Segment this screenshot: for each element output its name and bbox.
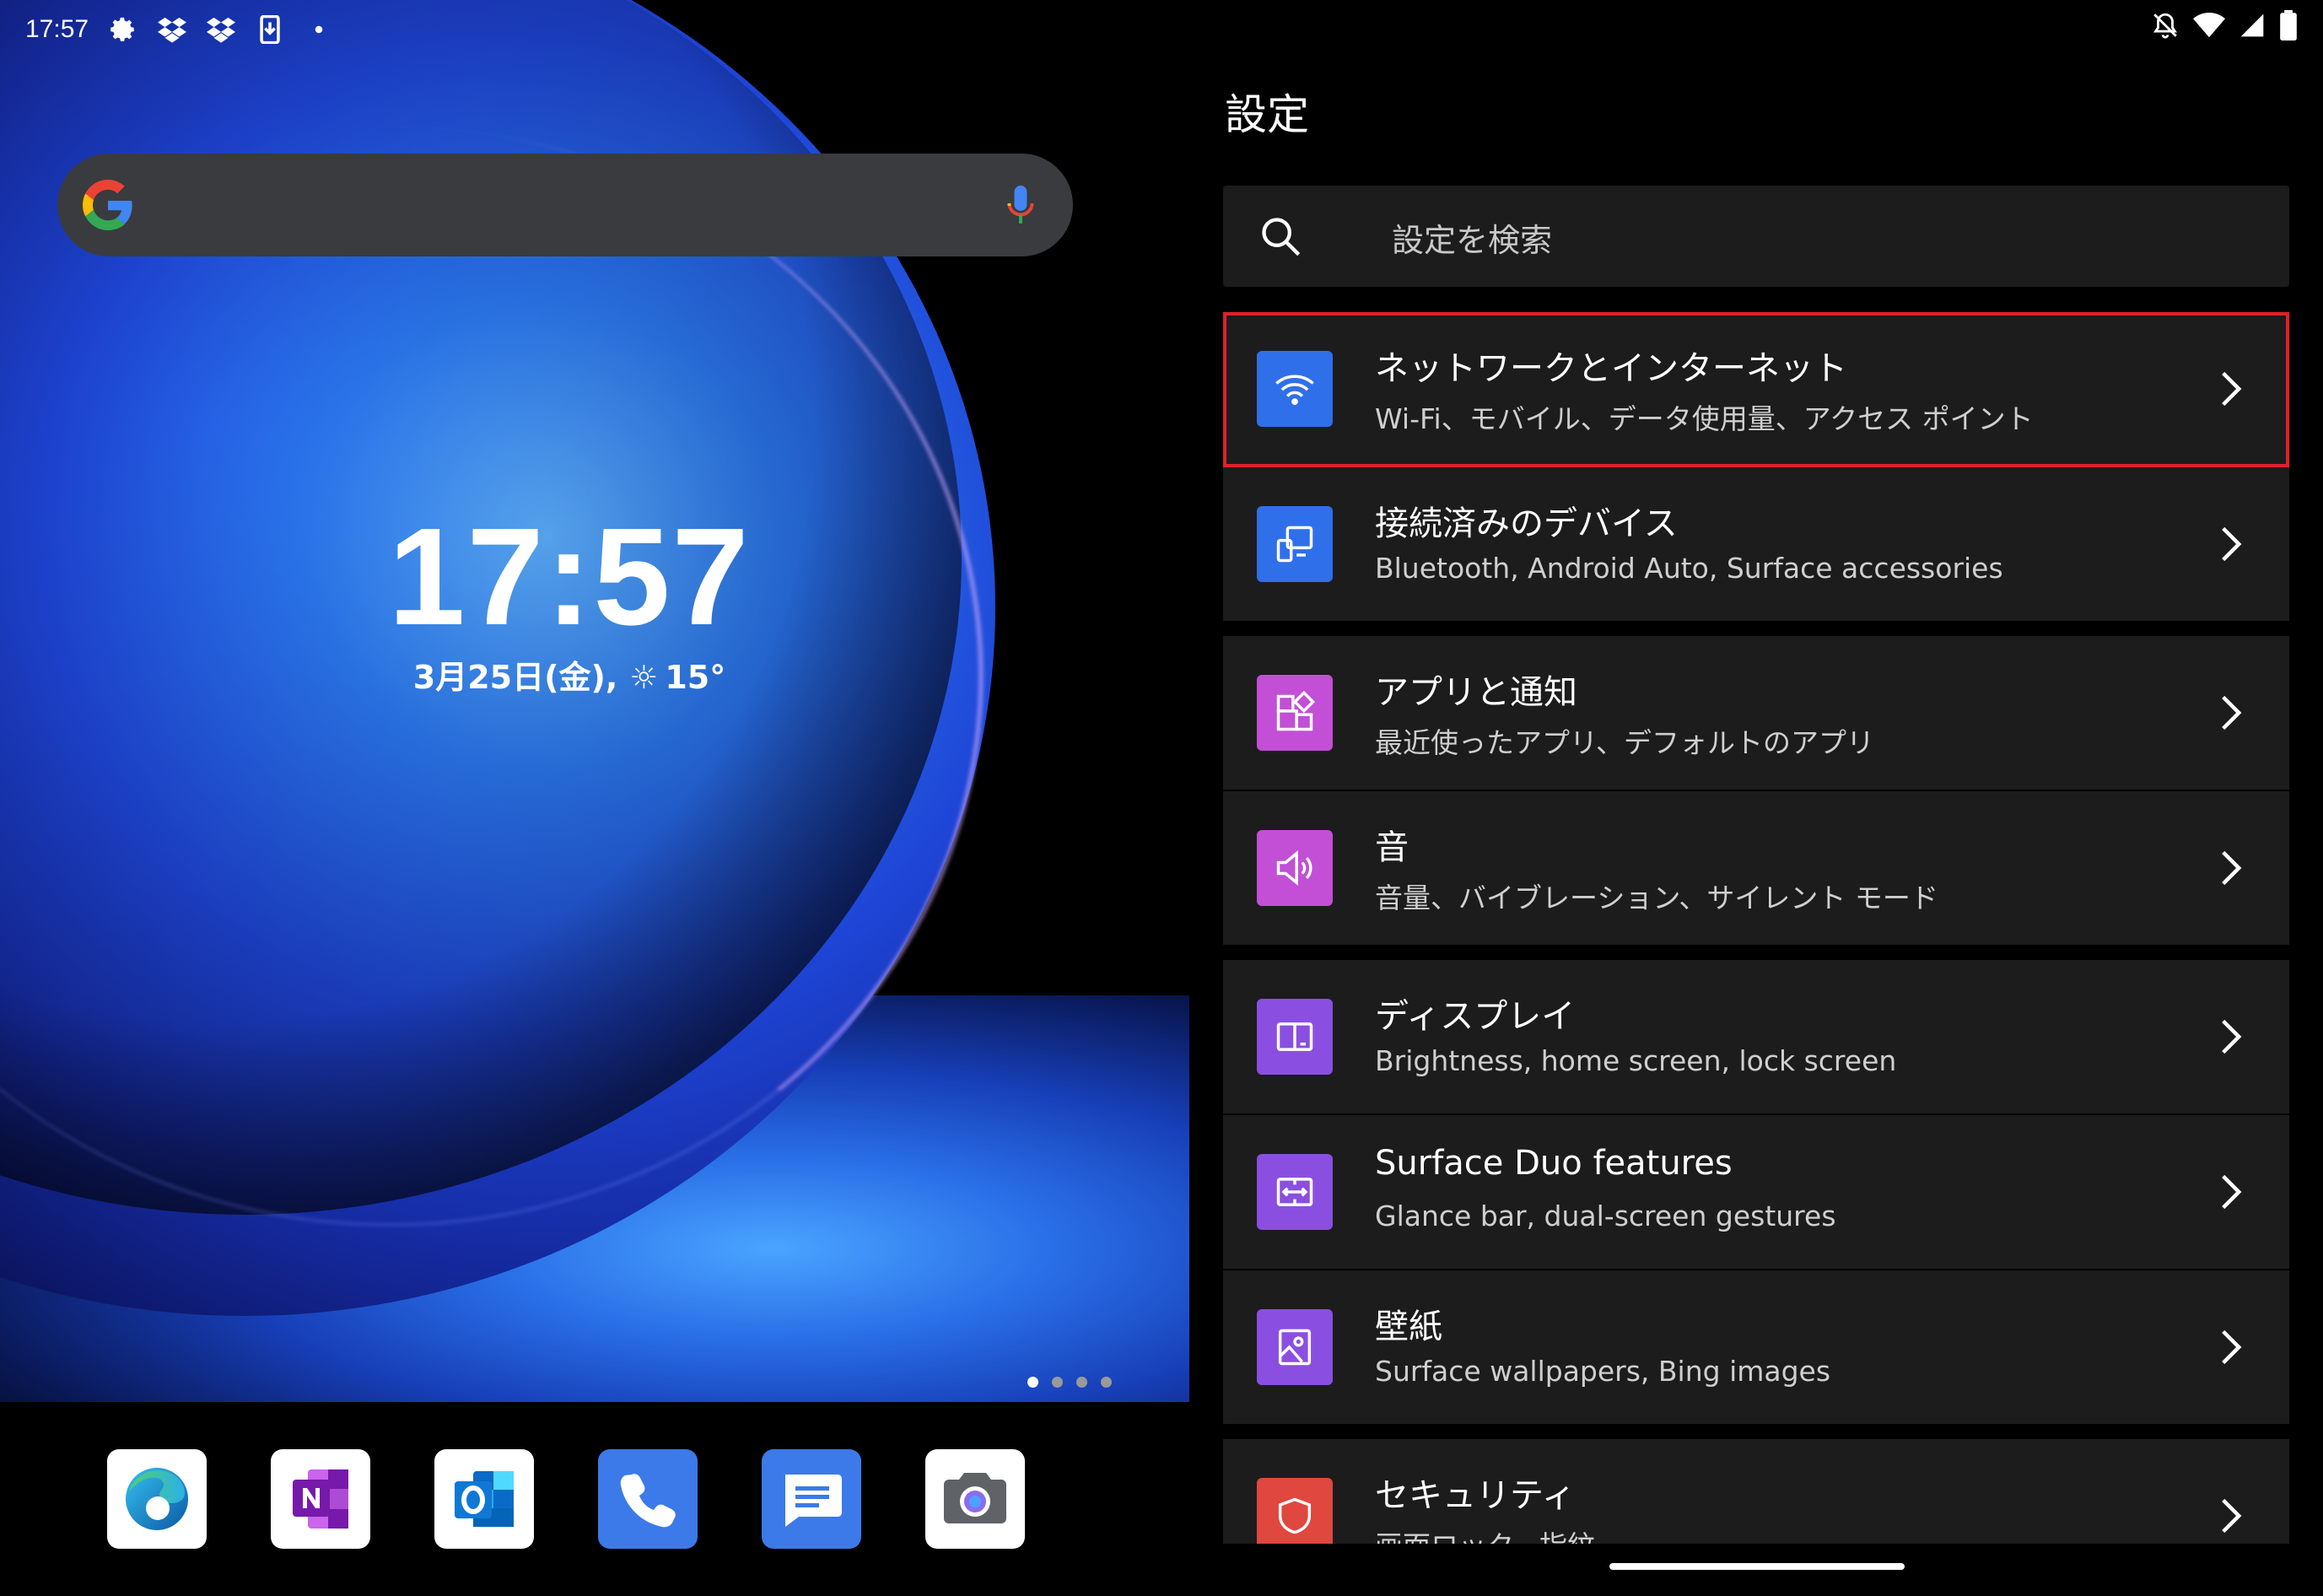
app-dock [107,1449,1025,1549]
temperature-text: 15° [665,659,726,696]
dot-icon [305,15,333,44]
settings-item-title: ネットワークとインターネット [1375,349,1847,388]
speaker-icon [1257,830,1333,906]
settings-group: ネットワークとインターネット Wi-Fi、モバイル、データ使用量、アクセス ポイ… [1223,312,2289,621]
chevron-right-icon [2222,526,2242,562]
chevron-right-icon [2222,1329,2242,1365]
settings-item-connected-devices[interactable]: 接続済みのデバイス Bluetooth, Android Auto, Surfa… [1223,467,2289,621]
settings-item-display[interactable]: ディスプレイ Brightness, home screen, lock scr… [1223,960,2289,1115]
settings-item-subtitle: Bluetooth, Android Auto, Surface accesso… [1375,552,2003,585]
gesture-nav-handle[interactable] [1609,1563,1905,1570]
settings-item-wallpaper[interactable]: 壁紙 Surface wallpapers, Bing images [1223,1270,2289,1424]
settings-item-subtitle: Brightness, home screen, lock screen [1375,1044,1897,1077]
google-search-bar[interactable] [57,154,1073,256]
bottom-nav-area [1189,1544,2323,1596]
chevron-right-icon [2222,371,2242,407]
dropbox-icon [158,15,187,44]
messages-icon[interactable] [762,1449,861,1549]
mic-icon[interactable] [1005,183,1036,229]
settings-item-subtitle: Glance bar, dual-screen gestures [1375,1200,1836,1232]
display-icon [1257,999,1333,1075]
apps-icon [1257,675,1333,751]
status-time: 17:57 [25,15,89,43]
page-title: 設定 [1225,90,1309,139]
chevron-right-icon [2222,1019,2242,1054]
edge-icon[interactable] [107,1449,207,1549]
settings-item-title: ディスプレイ [1375,997,1576,1036]
settings-item-title: 音 [1375,828,1409,867]
google-g-icon [83,180,133,230]
search-icon [1259,214,1302,258]
page-indicator [1027,1377,1112,1388]
settings-item-apps[interactable]: アプリと通知 最近使ったアプリ、デフォルトのアプリ [1223,636,2289,791]
download-icon [256,15,284,44]
wifi-icon [2193,11,2225,43]
shield-icon [1257,1478,1333,1554]
weather-sun-icon: ☼ [629,659,659,696]
wifi-icon [1257,351,1333,427]
chevron-right-icon [2222,850,2242,886]
clock-widget-date[interactable]: 3月25日(金), ☼ 15° [0,651,1139,698]
page-dot [1101,1377,1112,1388]
settings-group: ディスプレイ Brightness, home screen, lock scr… [1223,960,2289,1424]
page-dot [1076,1377,1087,1388]
settings-item-subtitle: 音量、バイブレーション、サイレント モード [1375,882,1938,914]
devices-icon [1257,506,1333,582]
search-placeholder: 設定を検索 [1392,222,1553,259]
page-dot [1052,1377,1063,1388]
settings-item-title: セキュリティ [1375,1476,1576,1515]
settings-item-subtitle: Surface wallpapers, Bing images [1375,1355,1831,1388]
status-bar-right [2151,10,2298,44]
outlook-icon[interactable] [434,1449,534,1549]
wallpaper-icon [1257,1309,1333,1385]
chevron-right-icon [2222,1498,2242,1534]
phone-icon[interactable] [598,1449,698,1549]
settings-group: アプリと通知 最近使ったアプリ、デフォルトのアプリ 音 音量、バイブレーション、… [1223,636,2289,945]
settings-item-title: アプリと通知 [1375,673,1577,712]
bell-off-icon [2151,11,2180,43]
settings-item-sound[interactable]: 音 音量、バイブレーション、サイレント モード [1223,791,2289,945]
settings-item-surface-duo-features[interactable]: Surface Duo features Glance bar, dual-sc… [1223,1115,2289,1270]
camera-icon[interactable] [925,1449,1025,1549]
settings-item-subtitle: 最近使ったアプリ、デフォルトのアプリ [1375,726,1875,759]
dropbox-icon [207,15,236,44]
settings-screen: 設定 設定を検索 ネットワークとインターネット Wi-Fi、モバイル、データ使用… [1189,0,2323,1596]
settings-item-title: 接続済みのデバイス [1375,504,1678,543]
settings-item-title: 壁紙 [1375,1308,1442,1346]
gear-icon [109,15,137,44]
chevron-right-icon [2222,1174,2242,1210]
settings-item-title: Surface Duo features [1375,1144,1733,1183]
settings-search-input[interactable]: 設定を検索 [1223,186,2289,287]
onenote-icon[interactable] [271,1449,370,1549]
clock-widget-time[interactable]: 17:57 [0,498,1139,656]
date-text: 3月25日(金), [412,659,618,696]
battery-icon [2279,10,2298,44]
dual-screen-icon [1257,1154,1333,1230]
signal-icon [2239,12,2266,42]
page-dot [1027,1377,1038,1388]
settings-item-subtitle: Wi-Fi、モバイル、データ使用量、アクセス ポイント [1375,402,2034,435]
settings-item-network[interactable]: ネットワークとインターネット Wi-Fi、モバイル、データ使用量、アクセス ポイ… [1223,312,2289,467]
chevron-right-icon [2222,695,2242,731]
status-bar-left: 17:57 [25,8,333,51]
home-screen: 17:57 17:57 3月25日(金), ☼ 15° [0,0,1189,1596]
